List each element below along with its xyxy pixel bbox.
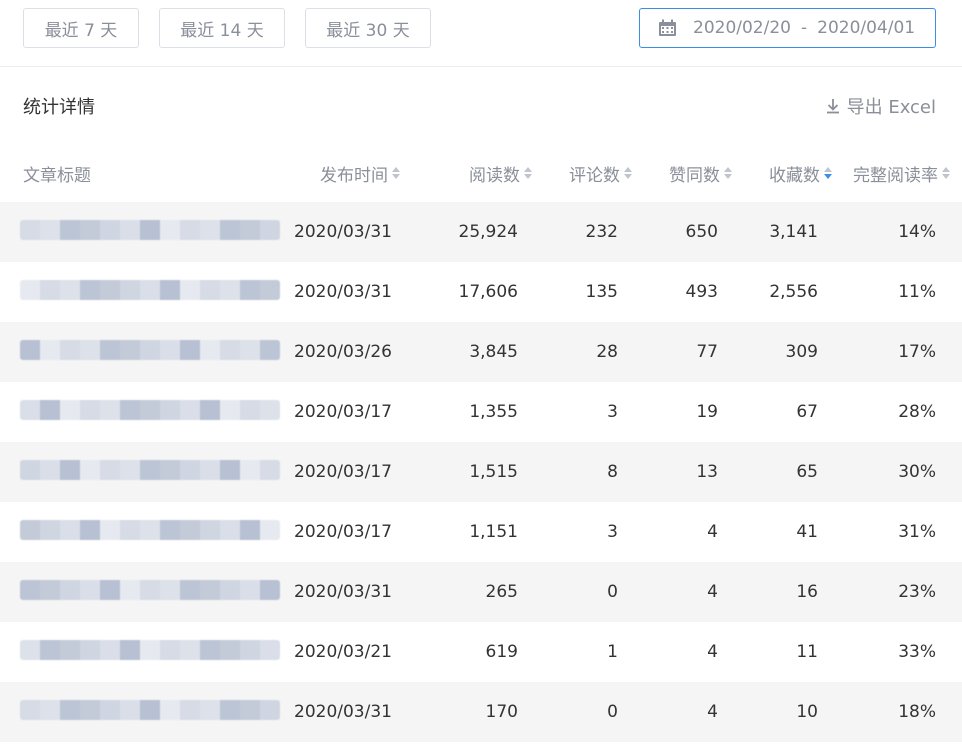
cell-reads: 1,151 [469, 522, 518, 542]
cell-date: 2020/03/17 [294, 462, 392, 482]
header-reads[interactable]: 阅读数 [420, 152, 532, 194]
table-row[interactable]: 2020/03/31 265 0 4 16 23% [0, 562, 962, 622]
table-row[interactable]: 2020/03/17 1,515 8 13 65 30% [0, 442, 962, 502]
cell-favorites: 3,141 [769, 222, 818, 242]
download-icon [826, 99, 839, 114]
last-7-days-button[interactable]: 最近 7 天 [23, 8, 139, 48]
blurred-article-title[interactable] [20, 700, 280, 720]
table-row[interactable]: 2020/03/26 3,845 28 77 309 17% [0, 322, 962, 382]
cell-reads: 619 [485, 642, 518, 662]
cell-comments: 0 [607, 582, 618, 602]
cell-date: 2020/03/21 [294, 642, 392, 662]
blurred-article-title[interactable] [20, 280, 280, 300]
cell-likes: 4 [707, 702, 718, 722]
section-title: 统计详情 [23, 97, 95, 118]
cell-likes: 4 [707, 522, 718, 542]
cell-favorites: 65 [796, 462, 818, 482]
date-separator: - [800, 18, 808, 38]
cell-likes: 4 [707, 642, 718, 662]
cell-comments: 28 [596, 342, 618, 362]
cell-comments: 1 [607, 642, 618, 662]
cell-favorites: 309 [785, 342, 818, 362]
cell-favorites: 2,556 [769, 282, 818, 302]
cell-date: 2020/03/31 [294, 282, 392, 302]
table-row[interactable]: 2020/03/31 17,606 135 493 2,556 11% [0, 262, 962, 322]
cell-rate: 17% [898, 342, 936, 362]
cell-comments: 8 [607, 462, 618, 482]
header-comments[interactable]: 评论数 [530, 152, 632, 194]
cell-date: 2020/03/17 [294, 402, 392, 422]
cell-likes: 13 [696, 462, 718, 482]
table-row[interactable]: 2020/03/17 1,355 3 19 67 28% [0, 382, 962, 442]
blurred-article-title[interactable] [20, 640, 280, 660]
cell-reads: 265 [485, 582, 518, 602]
table-row[interactable]: 2020/03/31 25,924 232 650 3,141 14% [0, 202, 962, 262]
table-header: 文章标题 发布时间 阅读数 评论数 赞同数 收藏数 完整阅读率 [0, 152, 962, 194]
table-row[interactable]: 2020/03/31 170 0 4 10 18% [0, 682, 962, 742]
cell-comments: 232 [585, 222, 618, 242]
blurred-article-title[interactable] [20, 220, 280, 240]
cell-favorites: 67 [796, 402, 818, 422]
header-favorites[interactable]: 收藏数 [730, 152, 832, 194]
cell-rate: 33% [898, 642, 936, 662]
cell-rate: 23% [898, 582, 936, 602]
cell-date: 2020/03/26 [294, 342, 392, 362]
cell-reads: 1,355 [469, 402, 518, 422]
divider [0, 66, 962, 67]
cell-date: 2020/03/17 [294, 522, 392, 542]
header-title: 文章标题 [23, 165, 91, 186]
cell-comments: 3 [607, 402, 618, 422]
blurred-article-title[interactable] [20, 400, 280, 420]
date-start: 2020/02/20 [693, 18, 791, 38]
cell-reads: 1,515 [469, 462, 518, 482]
cell-rate: 14% [898, 222, 936, 242]
cell-likes: 4 [707, 582, 718, 602]
export-excel-button[interactable]: 导出 Excel [825, 93, 936, 119]
cell-comments: 135 [585, 282, 618, 302]
cell-favorites: 10 [796, 702, 818, 722]
cell-favorites: 11 [796, 642, 818, 662]
cell-rate: 28% [898, 402, 936, 422]
cell-favorites: 16 [796, 582, 818, 602]
last-14-days-button[interactable]: 最近 14 天 [159, 8, 285, 48]
last-30-days-button[interactable]: 最近 30 天 [305, 8, 431, 48]
cell-likes: 493 [685, 282, 718, 302]
cell-likes: 650 [685, 222, 718, 242]
blurred-article-title[interactable] [20, 520, 280, 540]
cell-date: 2020/03/31 [294, 582, 392, 602]
header-publish-time[interactable]: 发布时间 [320, 152, 405, 194]
cell-rate: 18% [898, 702, 936, 722]
calendar-icon [659, 19, 676, 36]
cell-reads: 170 [485, 702, 518, 722]
header-completion-rate[interactable]: 完整阅读率 [820, 152, 950, 194]
cell-date: 2020/03/31 [294, 222, 392, 242]
cell-favorites: 41 [796, 522, 818, 542]
cell-likes: 77 [696, 342, 718, 362]
table-row[interactable]: 2020/03/21 619 1 4 11 33% [0, 622, 962, 682]
blurred-article-title[interactable] [20, 580, 280, 600]
cell-reads: 3,845 [469, 342, 518, 362]
table-row[interactable]: 2020/03/17 1,151 3 4 41 31% [0, 502, 962, 562]
blurred-article-title[interactable] [20, 460, 280, 480]
cell-reads: 17,606 [458, 282, 518, 302]
cell-reads: 25,924 [458, 222, 518, 242]
cell-comments: 0 [607, 702, 618, 722]
export-label: 导出 Excel [846, 97, 936, 118]
sort-icon [942, 167, 950, 179]
cell-rate: 30% [898, 462, 936, 482]
sort-icon [392, 167, 400, 179]
header-likes[interactable]: 赞同数 [630, 152, 732, 194]
cell-rate: 31% [898, 522, 936, 542]
date-end: 2020/04/01 [817, 18, 916, 38]
cell-likes: 19 [696, 402, 718, 422]
blurred-article-title[interactable] [20, 340, 280, 360]
cell-comments: 3 [607, 522, 618, 542]
cell-rate: 11% [898, 282, 936, 302]
date-range-picker[interactable]: 2020/02/20 - 2020/04/01 [639, 8, 936, 48]
cell-date: 2020/03/31 [294, 702, 392, 722]
